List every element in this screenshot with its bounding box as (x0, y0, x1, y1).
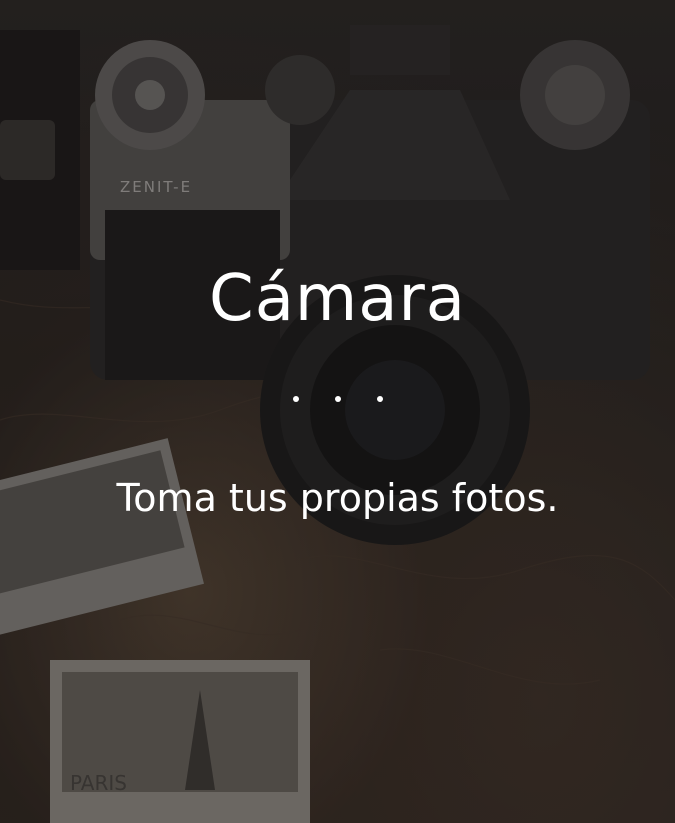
camera-card[interactable]: ZENIT-E PARIS Cámara Toma tus propias fo… (0, 0, 675, 823)
divider-dots (0, 396, 675, 402)
dot (334, 396, 341, 402)
card-title: Cámara (209, 262, 466, 336)
dark-overlay (0, 0, 675, 823)
dot (376, 396, 383, 402)
card-subtitle: Toma tus propias fotos. (116, 476, 559, 520)
dot (292, 396, 299, 402)
